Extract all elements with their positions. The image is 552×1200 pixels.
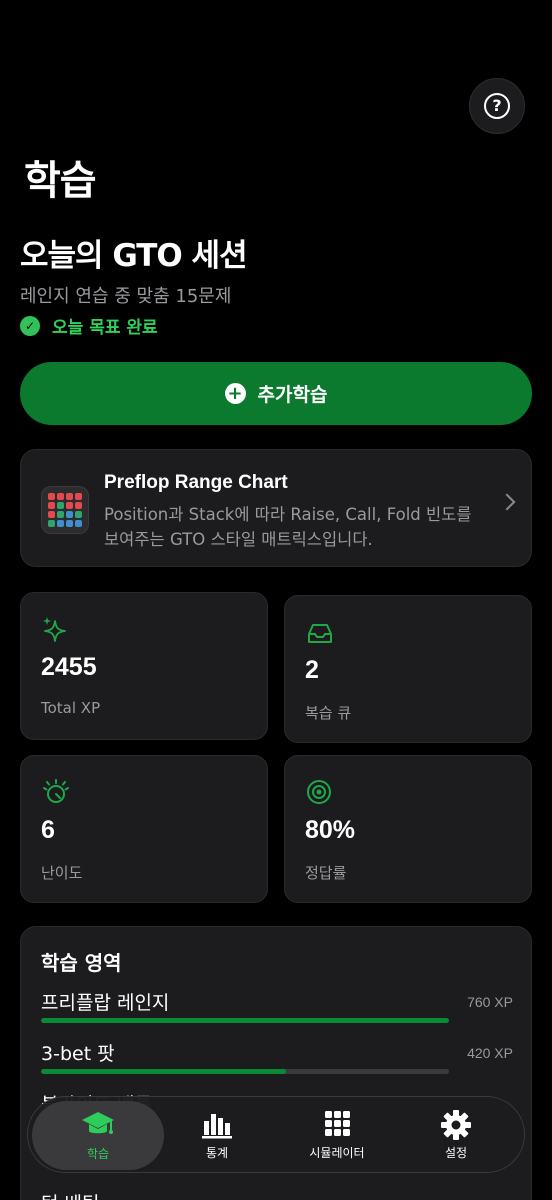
tab-simulator[interactable]: 시뮬레이터 [276, 1101, 398, 1170]
tab-settings[interactable]: 설정 [396, 1101, 516, 1170]
area-xp: 420 XP [467, 1045, 513, 1061]
stat-value: 80% [305, 816, 356, 844]
plus-circle-icon: + [224, 383, 246, 404]
page-title: 학습 [24, 158, 97, 204]
area-name: 턴 베팅 [41, 1189, 99, 1200]
sparkles-icon [43, 617, 66, 642]
tab-stats[interactable]: 통계 [156, 1101, 278, 1170]
area-name: 3-bet 팟 [41, 1043, 115, 1065]
stat-label: Total XP [41, 699, 101, 717]
area-progress-track [41, 1069, 449, 1074]
area-progress-fill [41, 1018, 449, 1023]
tab-label: 시뮬레이터 [309, 1146, 365, 1160]
gauge-dial-icon [43, 779, 69, 803]
tab-label: 설정 [444, 1146, 468, 1160]
area-row[interactable]: 턴 베팅 [41, 1189, 513, 1200]
area-xp: 760 XP [467, 994, 513, 1010]
bar-chart-icon [202, 1114, 232, 1139]
session-title: 오늘의 GTO 세션 [20, 238, 248, 274]
stat-card-accuracy: 80% 정답률 [284, 755, 532, 903]
range-card-title: Preflop Range Chart [104, 472, 288, 493]
gear-icon [441, 1110, 471, 1140]
range-matrix-icon [41, 486, 89, 534]
area-row[interactable]: 3-bet 팟 420 XP [41, 1039, 513, 1089]
stat-card-difficulty: 6 난이도 [20, 755, 268, 903]
range-chart-card[interactable]: Preflop Range Chart Position과 Stack에 따라 … [20, 449, 532, 567]
extra-study-button[interactable]: + 추가학습 [20, 362, 532, 425]
extra-study-label: 추가학습 [257, 384, 328, 406]
range-card-description: Position과 Stack에 따라 Raise, Call, Fold 빈도… [104, 505, 472, 549]
grid-icon [325, 1111, 350, 1136]
session-subtitle: 레인지 연습 중 맞춤 15문제 [20, 286, 232, 307]
question-icon: ? [484, 93, 510, 119]
stat-value: 2455 [41, 653, 97, 681]
tab-label: 학습 [86, 1147, 110, 1161]
area-progress-fill [41, 1069, 286, 1074]
stat-label: 복습 큐 [305, 704, 352, 722]
area-name: 프리플랍 레인지 [41, 992, 170, 1014]
target-icon [307, 780, 331, 804]
stat-label: 정답률 [305, 864, 347, 882]
tab-label: 통계 [205, 1146, 229, 1160]
learning-areas-title: 학습 영역 [41, 951, 122, 975]
tab-study[interactable]: 학습 [32, 1101, 164, 1170]
graduation-cap-icon [82, 1112, 114, 1134]
stat-card-total-xp: 2455 Total XP [20, 592, 268, 740]
check-circle-icon: ✓ [20, 315, 40, 336]
stat-card-review-queue: 2 복습 큐 [284, 595, 532, 743]
stat-label: 난이도 [41, 864, 83, 882]
stat-value: 2 [305, 656, 319, 684]
area-row[interactable]: 프리플랍 레인지 760 XP [41, 988, 513, 1038]
goal-status-label: 오늘 목표 완료 [52, 318, 158, 338]
stat-value: 6 [41, 816, 55, 844]
bottom-tab-bar: 학습 통계 시뮬레이터 설정 [27, 1096, 525, 1173]
help-button[interactable]: ? [469, 78, 525, 134]
inbox-tray-icon [308, 624, 332, 643]
goal-status: ✓ 오늘 목표 완료 [20, 313, 158, 338]
area-progress-track [41, 1018, 449, 1023]
chevron-right-icon [498, 493, 516, 511]
